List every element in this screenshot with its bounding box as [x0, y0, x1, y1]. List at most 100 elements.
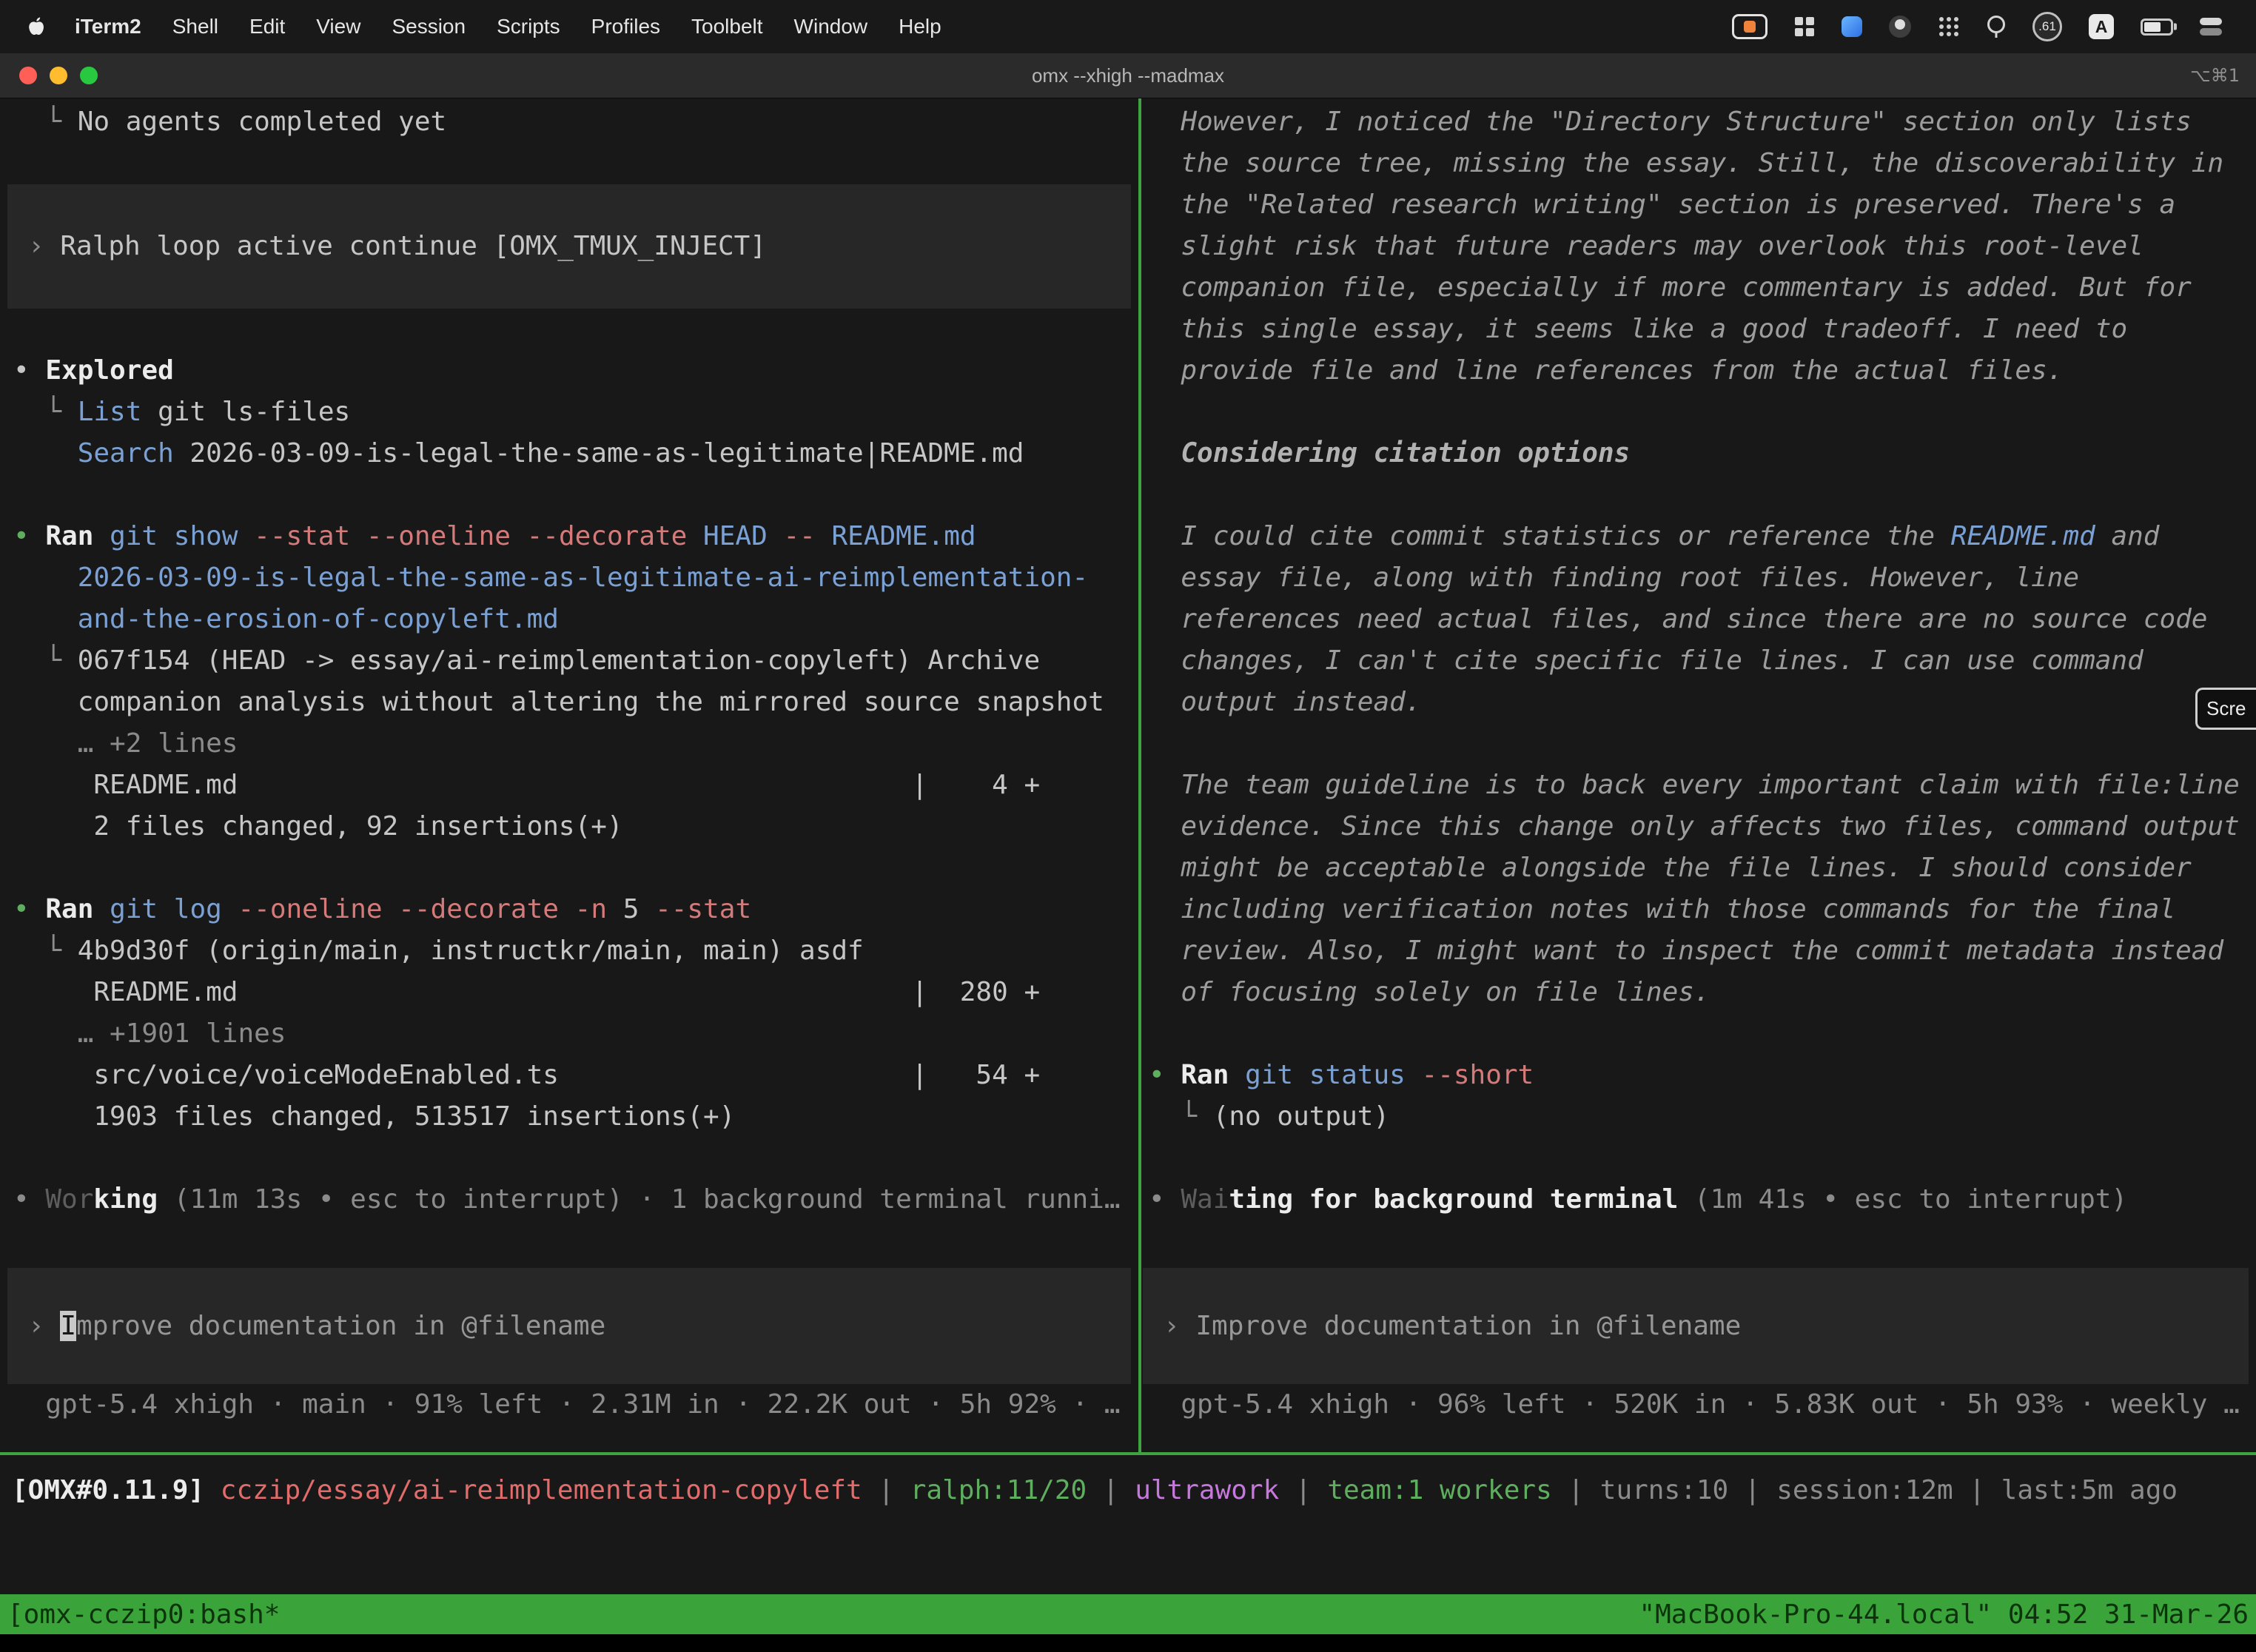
prompt-box[interactable]: › Improve documentation in @filename: [1143, 1268, 2249, 1384]
ralph-inject-box[interactable]: › Ralph loop active continue [OMX_TMUX_I…: [7, 184, 1131, 309]
text-run: Ralph loop active continue [OMX_TMUX_INJ…: [60, 231, 766, 261]
menu-item-shell[interactable]: Shell: [157, 15, 234, 38]
menu-item-window[interactable]: Window: [779, 15, 884, 38]
text-run: and-the-erosion-of-copyleft.md: [78, 604, 559, 634]
menu-item-help[interactable]: Help: [883, 15, 957, 38]
dots-grid-icon[interactable]: [1938, 16, 1960, 38]
terminal-line: Search 2026-03-09-is-legal-the-same-as-l…: [13, 433, 1138, 474]
omx-status-segment: session:12m: [1776, 1475, 1953, 1505]
terminal-line: and-the-erosion-of-copyleft.md: [13, 599, 1138, 640]
text-run: [639, 894, 655, 924]
omx-status-segment: |: [1728, 1475, 1776, 1505]
menu-item-profiles[interactable]: Profiles: [576, 15, 676, 38]
right-terminal-pane[interactable]: However, I noticed the "Directory Struct…: [1141, 98, 2256, 1452]
text-run: [1149, 148, 1181, 178]
text-run: git status: [1245, 1060, 1406, 1090]
text-run: … +1901 lines: [78, 1018, 286, 1049]
text-run: Wor: [45, 1184, 93, 1215]
omx-status-segment: |: [862, 1475, 910, 1505]
menu-item-session[interactable]: Session: [376, 15, 481, 38]
screen-edge-chip[interactable]: Scre: [2195, 688, 2256, 730]
menu-item-toolbelt[interactable]: Toolbelt: [676, 15, 779, 38]
text-run: [1149, 521, 1181, 551]
shortcuts-icon[interactable]: [1842, 16, 1862, 37]
text-run: ›: [28, 231, 60, 261]
text-run: └: [13, 936, 78, 966]
text-run: [1149, 894, 1181, 924]
terminal-line: src/voice/voiceModeEnabled.ts | 54 +: [13, 1055, 1138, 1096]
omx-status-segment: |: [1279, 1475, 1327, 1505]
text-run: slight risk that future readers may over…: [1181, 231, 2143, 261]
badge-61-icon[interactable]: .61: [2032, 12, 2062, 41]
battery-icon[interactable]: [2141, 19, 2173, 36]
terminal-line: including verification notes with those …: [1149, 889, 2256, 930]
text-run: Explored: [45, 355, 173, 386]
circle-dark-icon[interactable]: [1889, 16, 1911, 38]
input-source-icon[interactable]: A: [2089, 14, 2114, 39]
text-run: ting for background terminal: [1229, 1184, 1678, 1215]
grid-icon[interactable]: [1794, 16, 1815, 37]
text-run: Ran: [1181, 1060, 1229, 1090]
readme-link: README.md: [1951, 521, 2095, 551]
agent-log: • Explored └ List git ls-files Search 20…: [13, 309, 1138, 1220]
terminal-line: companion analysis without altering the …: [13, 682, 1138, 723]
text-run: The team guideline is to back every impo…: [1181, 770, 2239, 800]
terminal-line: the "Related research writing" section i…: [1149, 184, 2256, 226]
hub-icon[interactable]: [1987, 16, 2006, 38]
terminal-line: • Waiting for background terminal (1m 41…: [1149, 1179, 2256, 1220]
text-run: [238, 521, 254, 551]
text-run: king: [93, 1184, 158, 1215]
terminal-line: review. Also, I might want to inspect th…: [1149, 930, 2256, 972]
window-shortcut-badge: ⌥⌘1: [2190, 53, 2240, 98]
omx-status-segment: |: [1087, 1475, 1135, 1505]
terminal-line: this single essay, it seems like a good …: [1149, 309, 2256, 350]
text-run: [1149, 563, 1181, 593]
text-run: [768, 521, 784, 551]
left-terminal-pane[interactable]: └ No agents completed yet › Ralph loop a…: [0, 98, 1138, 1452]
apple-menu-icon[interactable]: [24, 12, 49, 41]
text-run: mprove documentation in @filename: [76, 1311, 605, 1341]
text-run: •: [13, 355, 45, 386]
terminal-line: [1149, 1138, 2256, 1179]
text-run: Search: [78, 438, 174, 469]
model-status-line: gpt-5.4 xhigh · 96% left · 520K in · 5.8…: [1149, 1384, 2256, 1426]
text-run: review. Also, I might want to inspect th…: [1181, 936, 2223, 966]
text-run: 067f154 (HEAD -> essay/ai-reimplementati…: [78, 645, 1040, 676]
terminal-line: [1149, 392, 2256, 433]
text-run: List: [78, 397, 142, 427]
text-run: essay file, along with finding root file…: [1181, 563, 2079, 593]
tmux-status-bar: [omx-cczip0:bash* "MacBook-Pro-44.local"…: [0, 1594, 2256, 1634]
text-run: [1149, 853, 1181, 883]
tmux-session-window[interactable]: [omx-cczip0:bash*: [7, 1599, 280, 1630]
terminal-line: evidence. Since this change only affects…: [1149, 806, 2256, 847]
control-center-icon[interactable]: [2200, 16, 2223, 37]
omx-status-segment: turns:10: [1600, 1475, 1728, 1505]
text-run: 2026-03-09-is-legal-the-same-as-legitima…: [78, 563, 1088, 593]
screen-recording-indicator[interactable]: [1732, 14, 1767, 39]
window-title-bar[interactable]: omx --xhigh --madmax ⌥⌘1: [0, 53, 2256, 98]
menu-item-view[interactable]: View: [301, 15, 376, 38]
text-run: 2026-03-09-is-legal-the-same-as-legitima…: [174, 438, 1024, 469]
terminal-line: 1903 files changed, 513517 insertions(+): [13, 1096, 1138, 1138]
text-run: -n: [575, 894, 607, 924]
omx-status-segment: |: [1953, 1475, 2001, 1505]
text-run: output instead.: [1181, 687, 1421, 717]
menu-item-edit[interactable]: Edit: [234, 15, 301, 38]
text-run: … +2 lines: [78, 728, 238, 759]
terminal-line: [13, 309, 1138, 350]
omx-status-area: [OMX#0.11.9] cczip/essay/ai-reimplementa…: [0, 1455, 2256, 1594]
text-run: ›: [28, 1311, 60, 1341]
prompt-box[interactable]: › Improve documentation in @filename: [7, 1268, 1131, 1384]
text-run: [1229, 1060, 1245, 1090]
text-run: --short: [1422, 1060, 1534, 1090]
terminal-line: However, I noticed the "Directory Struct…: [1149, 101, 2256, 143]
terminal-line: [13, 1138, 1138, 1179]
menu-item-iterm2[interactable]: iTerm2: [59, 15, 157, 38]
terminal-line: └ 4b9d30f (origin/main, instructkr/main,…: [13, 930, 1138, 972]
omx-status-segment: last:5m ago: [2001, 1475, 2178, 1505]
terminal-line: the source tree, missing the essay. Stil…: [1149, 143, 2256, 184]
text-run: --stat: [655, 894, 751, 924]
omx-status-line: [OMX#0.11.9] cczip/essay/ai-reimplementa…: [12, 1470, 2256, 1511]
menu-item-scripts[interactable]: Scripts: [481, 15, 576, 38]
text-run: README.md | 4 +: [13, 770, 1040, 800]
